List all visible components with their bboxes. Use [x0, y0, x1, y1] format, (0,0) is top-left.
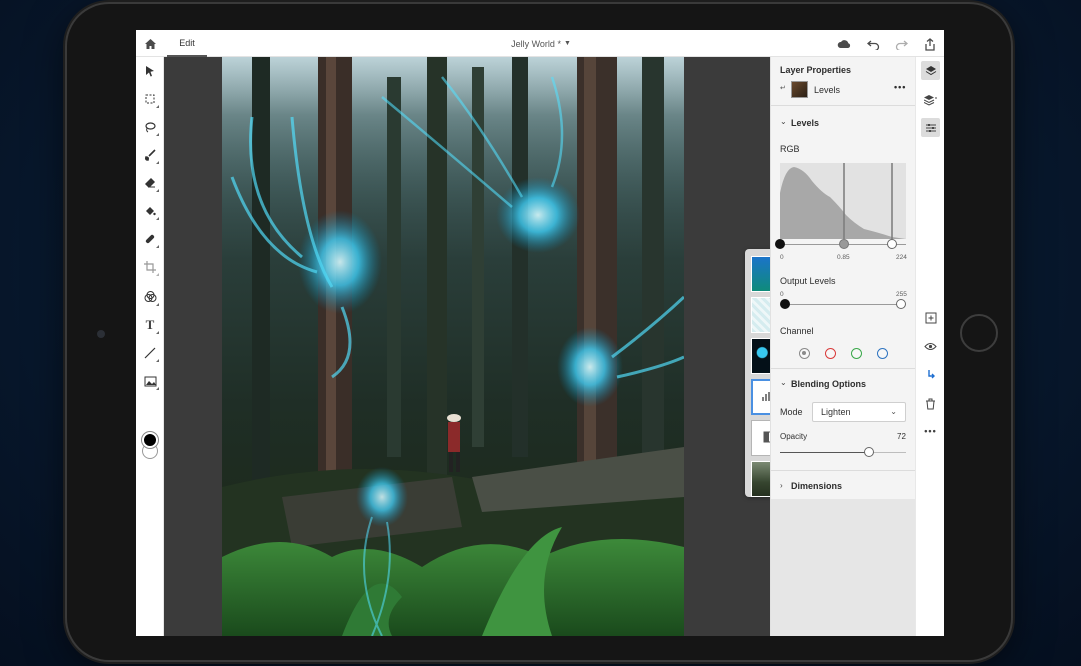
more-icon[interactable]: ••• [921, 421, 940, 440]
home-icon[interactable] [142, 36, 158, 52]
panel-title: Layer Properties [780, 65, 852, 75]
canvas-area[interactable] [164, 57, 793, 636]
layer-stack-icon[interactable] [921, 90, 940, 109]
healing-brush-icon[interactable] [141, 230, 159, 248]
panel-empty-area [771, 499, 916, 636]
right-icon-rail: ••• [915, 57, 944, 636]
output-levels-track [784, 304, 902, 305]
layer-properties-panel: Layer Properties ↵ Levels ••• ⌄ Levels R… [770, 57, 916, 636]
foreground-color-swatch[interactable] [142, 432, 158, 448]
move-tool-icon[interactable] [141, 62, 159, 80]
blending-options-header[interactable]: Blending Options [791, 379, 866, 389]
chevron-down-icon[interactable]: ⌄ [780, 117, 787, 126]
channel-green-button[interactable] [851, 348, 862, 359]
cloud-icon[interactable] [836, 36, 852, 52]
divider [771, 470, 916, 471]
undo-icon[interactable] [865, 36, 881, 52]
levels-section-header[interactable]: Levels [791, 118, 819, 128]
top-bar: Edit Jelly World * ▼ [136, 30, 944, 57]
chevron-down-icon[interactable]: ⌄ [780, 378, 787, 387]
front-camera [97, 330, 105, 338]
dimensions-header[interactable]: Dimensions [791, 481, 842, 491]
rgb-label: RGB [780, 144, 800, 154]
channel-red-button[interactable] [825, 348, 836, 359]
input-tick-gamma: 0.85 [837, 254, 850, 261]
share-icon[interactable] [922, 36, 938, 52]
channel-blue-button[interactable] [877, 348, 888, 359]
divider [771, 368, 916, 369]
home-button[interactable] [960, 314, 998, 352]
input-tick-white: 224 [896, 254, 907, 261]
trash-icon[interactable] [921, 394, 940, 413]
link-icon: ↵ [780, 85, 786, 92]
layer-name: Levels [814, 85, 841, 95]
tab-edit[interactable]: Edit [167, 30, 207, 57]
marquee-select-icon[interactable] [141, 90, 159, 108]
app-screen: Edit Jelly World * ▼ T Layer Properties … [136, 30, 944, 636]
input-black-handle[interactable] [775, 239, 785, 249]
blend-mode-value: Lighten [821, 407, 851, 417]
document-title-text: Jelly World * [511, 38, 561, 49]
chevron-down-icon: ▼ [563, 40, 571, 47]
output-tick-min: 0 [780, 291, 784, 298]
lasso-icon[interactable] [141, 118, 159, 136]
adjustments-icon[interactable] [141, 288, 159, 306]
opacity-label: Opacity [780, 432, 808, 441]
line-tool-icon[interactable] [141, 344, 159, 362]
output-white-handle[interactable] [896, 299, 906, 309]
blend-mode-select[interactable]: Lighten ⌄ [812, 402, 906, 422]
document-title[interactable]: Jelly World * ▼ [496, 30, 586, 57]
levels-histogram [780, 163, 906, 239]
eraser-icon[interactable] [141, 174, 159, 192]
brush-icon[interactable] [141, 146, 159, 164]
opacity-fill [780, 452, 870, 453]
layers-icon[interactable] [921, 61, 940, 80]
type-tool-icon[interactable]: T [141, 316, 159, 334]
properties-sliders-icon[interactable] [921, 118, 940, 137]
output-tick-max: 255 [896, 291, 907, 298]
divider [771, 105, 916, 106]
channel-label: Channel [780, 326, 814, 336]
crop-icon[interactable] [141, 258, 159, 276]
mode-label: Mode [780, 407, 803, 417]
tool-bar: T [136, 57, 164, 636]
clipping-mask-icon[interactable] [921, 365, 940, 384]
paint-bucket-icon[interactable] [141, 202, 159, 220]
jellyfish-forest-photo[interactable] [222, 57, 684, 636]
output-black-handle[interactable] [780, 299, 790, 309]
input-tick-black: 0 [780, 254, 784, 261]
more-options-icon[interactable]: ••• [894, 82, 906, 92]
output-levels-label: Output Levels [780, 276, 836, 286]
opacity-value: 72 [897, 432, 906, 441]
add-layer-icon[interactable] [921, 308, 940, 327]
channel-rgb-button[interactable] [799, 348, 810, 359]
input-gamma-handle[interactable] [839, 239, 849, 249]
visibility-eye-icon[interactable] [921, 337, 940, 356]
selected-dot-icon [802, 351, 806, 355]
place-image-icon[interactable] [141, 372, 159, 390]
input-white-handle[interactable] [887, 239, 897, 249]
chevron-right-icon[interactable]: › [780, 481, 783, 490]
opacity-handle[interactable] [864, 447, 874, 457]
jellyfish-right [557, 295, 684, 407]
chevron-down-icon: ⌄ [890, 407, 897, 416]
layer-thumbnail [791, 81, 808, 98]
redo-icon[interactable] [893, 36, 909, 52]
